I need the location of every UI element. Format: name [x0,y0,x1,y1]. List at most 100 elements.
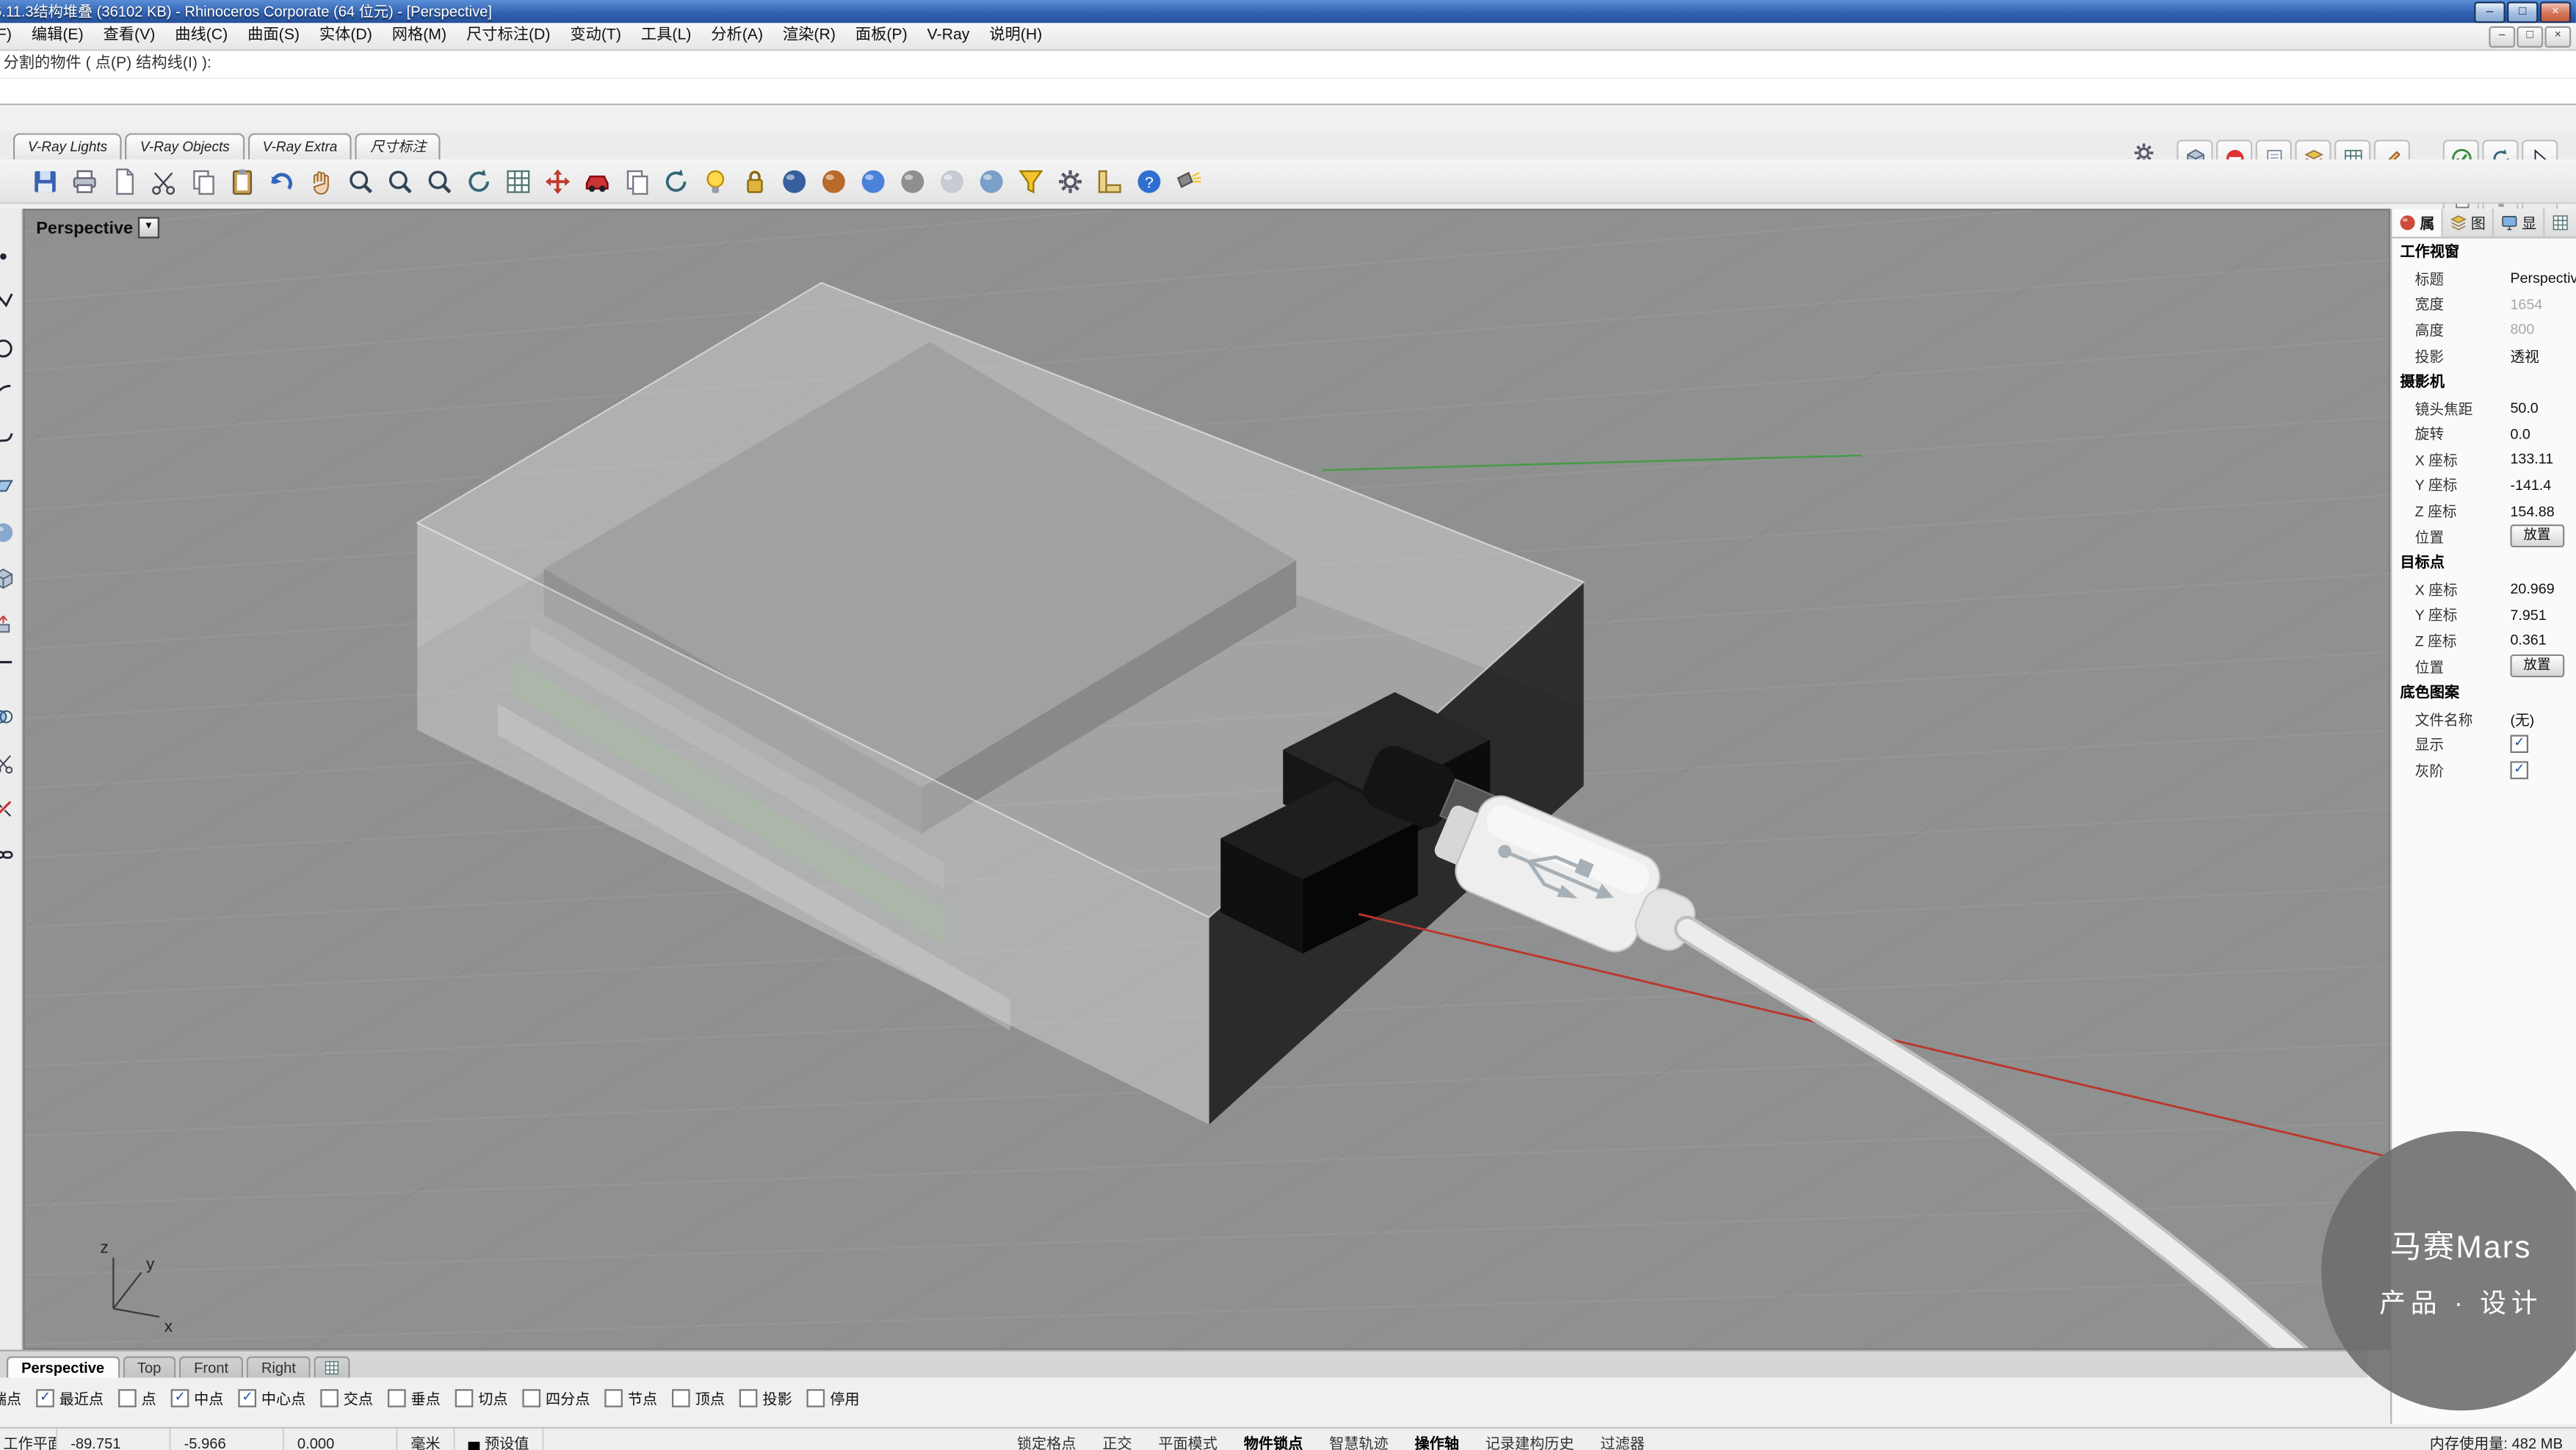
maximize-button[interactable]: □ [2507,1,2539,23]
arc-tool-button[interactable] [0,377,21,413]
extrude-tool-button[interactable] [0,607,21,643]
move-button[interactable] [539,162,576,199]
circle-tool-button[interactable] [0,331,21,367]
mdi-minimize-button[interactable]: – [2489,26,2515,47]
panel-row-value[interactable]: Perspective [2510,270,2575,286]
statusbar-toggle-3[interactable]: 物件锁点 [1231,1429,1316,1450]
panel-row-value[interactable]: 0.0 [2510,425,2575,441]
join-tool-button[interactable] [0,837,21,873]
menu-item-7[interactable]: 尺寸标注(D) [457,23,560,49]
toolbar-tab-3[interactable]: 尺寸标注 [355,133,441,159]
surface-tool-button[interactable] [0,469,21,505]
statusbar-toggle-0[interactable]: 锁定格点 [1004,1429,1089,1450]
panel-tab-3[interactable] [2545,209,2576,237]
perspective-viewport[interactable]: z y x Perspective ▼ [23,209,2390,1349]
viewport-tab-top[interactable]: Top [123,1356,176,1377]
title-bar[interactable]: 6.11.3结构堆叠 (36102 KB) - Rhinoceros Corpo… [0,0,2576,23]
statusbar-toggle-7[interactable]: 过滤器 [1587,1429,1657,1450]
panel-row-value[interactable]: 透视 [2510,345,2575,366]
panel-tab-2[interactable]: 显 [2494,209,2544,237]
menu-item-0[interactable]: 文件(F) [0,23,21,49]
copy-button[interactable] [184,162,222,199]
osnap-checkbox-4[interactable]: ✓ [239,1388,257,1407]
menu-item-12[interactable]: 面板(P) [845,23,917,49]
save-button[interactable] [26,162,64,199]
viewport-3d-scene[interactable]: z y x [25,210,2391,1349]
osnap-item-3[interactable]: ✓中点 [171,1387,224,1408]
显示-checkbox[interactable]: ✓ [2510,735,2528,754]
statusbar-toggle-4[interactable]: 智慧轨迹 [1316,1429,1401,1450]
panel-row-value[interactable]: 7.951 [2510,606,2575,622]
osnap-item-8[interactable]: 四分点 [523,1387,590,1408]
command-input[interactable] [0,79,2576,105]
panel-row-value[interactable]: 154.88 [2510,502,2575,519]
panel-row-value[interactable]: 800 [2510,322,2575,338]
zoom-window-button[interactable] [381,162,419,199]
menu-item-8[interactable]: 变动(T) [560,23,632,49]
place-button[interactable]: 放置 [2510,654,2564,677]
menu-item-14[interactable]: 说明(H) [980,23,1052,49]
osnap-checkbox-11[interactable] [739,1388,758,1407]
viewport-title[interactable]: Perspective ▼ [36,217,159,238]
panel-row-value[interactable]: (无) [2510,708,2575,729]
rotate-button[interactable] [657,162,695,199]
statusbar-toggle-1[interactable]: 正交 [1089,1429,1145,1450]
layout-ruler-button[interactable] [1091,162,1129,199]
panel-tab-0[interactable]: 属 [2392,209,2442,237]
menu-item-1[interactable]: 编辑(E) [21,23,93,49]
filter-funnel-button[interactable] [1012,162,1049,199]
split-tool-button[interactable] [0,791,21,827]
toolbar-tab-2[interactable]: V-Ray Extra [247,133,352,159]
osnap-item-0[interactable]: ✓端点 [0,1387,21,1408]
osnap-checkbox-2[interactable] [118,1388,137,1407]
shaded-ball-grey-button[interactable] [894,162,931,199]
control-point-button[interactable] [0,239,21,275]
zoom-selected-button[interactable] [421,162,458,199]
menu-item-11[interactable]: 渲染(R) [773,23,845,49]
statusbar-cplane[interactable]: 工作平面 [0,1429,57,1450]
灰阶-checkbox[interactable]: ✓ [2510,761,2528,779]
osnap-item-10[interactable]: 顶点 [672,1387,725,1408]
osnap-checkbox-3[interactable]: ✓ [171,1388,189,1407]
panel-row-value[interactable]: 20.969 [2510,581,2575,597]
plot-button[interactable] [105,162,142,199]
viewport-tab-right[interactable]: Right [247,1356,311,1377]
minimize-button[interactable]: – [2474,1,2506,23]
statusbar-toggle-5[interactable]: 操作轴 [1402,1429,1472,1450]
osnap-checkbox-8[interactable] [523,1388,541,1407]
menu-item-2[interactable]: 查看(V) [93,23,165,49]
menu-item-13[interactable]: V-Ray [917,23,980,49]
osnap-checkbox-7[interactable] [455,1388,474,1407]
help-button[interactable] [1130,162,1168,199]
copy-object-button[interactable] [618,162,655,199]
statusbar-toggle-6[interactable]: 记录建构历史 [1472,1429,1588,1450]
panel-row-value[interactable]: -141.4 [2510,477,2575,493]
trim-tool-button[interactable] [0,745,21,781]
osnap-item-2[interactable]: 点 [118,1387,156,1408]
sphere-tool-button[interactable] [0,515,21,551]
osnap-item-11[interactable]: 投影 [739,1387,792,1408]
viewport-tab-front[interactable]: Front [179,1356,243,1377]
fillet-tool-button[interactable] [0,653,21,689]
statusbar-units[interactable]: 毫米 [397,1429,455,1450]
osnap-item-5[interactable]: 交点 [320,1387,373,1408]
options-gear-button[interactable] [1052,162,1089,199]
viewport-tab-perspective[interactable]: Perspective [7,1356,119,1377]
panel-tab-1[interactable]: 图 [2443,209,2494,237]
osnap-checkbox-10[interactable] [672,1388,690,1407]
render-preview-button[interactable] [815,162,853,199]
lamp-button[interactable] [697,162,734,199]
statusbar-toggle-2[interactable]: 平面模式 [1145,1429,1230,1450]
named-view-button[interactable] [578,162,615,199]
menu-item-6[interactable]: 网格(M) [382,23,456,49]
place-button[interactable]: 放置 [2510,524,2564,547]
menu-item-9[interactable]: 工具(L) [631,23,701,49]
undo-button[interactable] [263,162,300,199]
statusbar-layer[interactable]: 预设值 [455,1429,544,1450]
toolbar-tab-1[interactable]: V-Ray Objects [126,133,245,159]
close-button[interactable]: × [2540,1,2572,23]
rotate-view-button[interactable] [460,162,497,199]
panel-row-value[interactable]: 50.0 [2510,400,2575,416]
spotlight-button[interactable] [1170,162,1207,199]
panel-row-value[interactable]: 0.361 [2510,632,2575,648]
